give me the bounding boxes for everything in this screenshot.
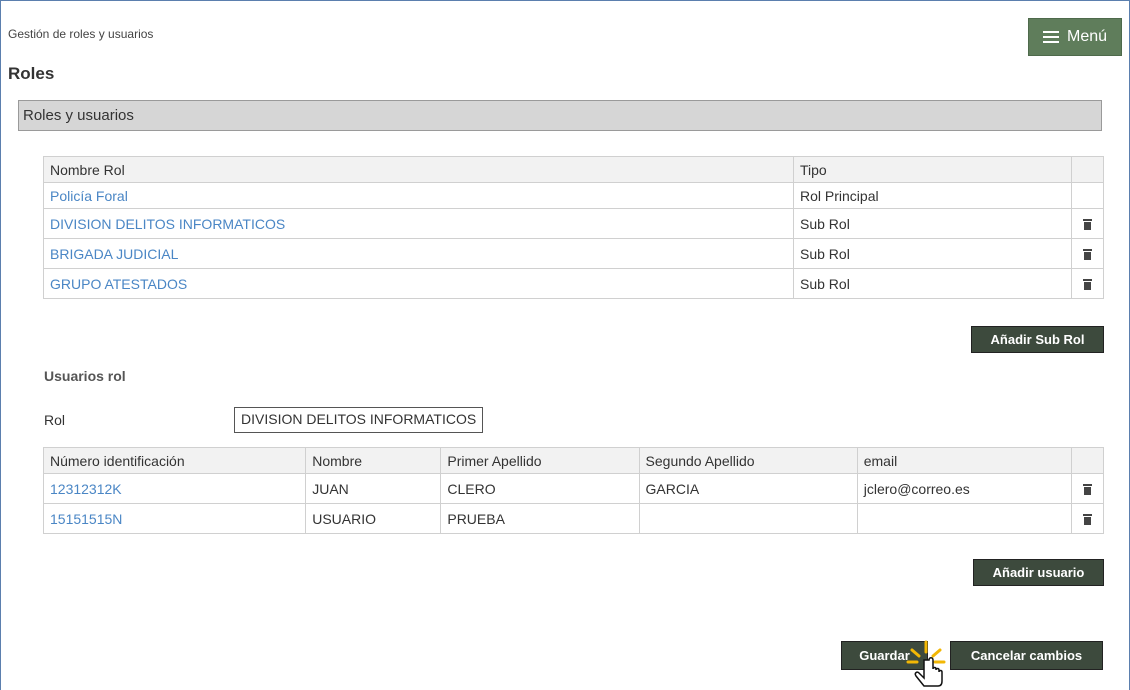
user-nombre: JUAN bbox=[305, 473, 442, 504]
column-header-actions bbox=[1071, 156, 1104, 183]
user-nombre: USUARIO bbox=[305, 503, 442, 534]
users-section-title: Usuarios rol bbox=[44, 368, 126, 384]
column-header-actions bbox=[1070, 447, 1105, 474]
breadcrumb: Gestión de roles y usuarios bbox=[8, 27, 154, 41]
role-link[interactable]: DIVISION DELITOS INFORMATICOS bbox=[50, 216, 285, 232]
table-row: Policía Foral Rol Principal bbox=[43, 182, 1104, 209]
trash-icon[interactable] bbox=[1083, 249, 1092, 261]
section-header: Roles y usuarios bbox=[18, 100, 1102, 131]
user-id-link[interactable]: 12312312K bbox=[50, 481, 122, 497]
user-apellido1: CLERO bbox=[440, 473, 640, 504]
user-email: jclero@correo.es bbox=[856, 473, 1072, 504]
role-link[interactable]: GRUPO ATESTADOS bbox=[50, 276, 187, 292]
user-email bbox=[856, 503, 1072, 534]
column-header-numero: Número identificación bbox=[42, 447, 307, 474]
trash-icon[interactable] bbox=[1082, 514, 1092, 526]
user-id-link[interactable]: 15151515N bbox=[50, 511, 122, 527]
trash-icon[interactable] bbox=[1082, 484, 1092, 496]
add-subrole-button[interactable]: Añadir Sub Rol bbox=[971, 326, 1104, 353]
role-link[interactable]: BRIGADA JUDICIAL bbox=[50, 246, 178, 262]
table-row: BRIGADA JUDICIAL Sub Rol bbox=[43, 238, 1104, 269]
hamburger-icon bbox=[1042, 28, 1059, 46]
rol-label: Rol bbox=[44, 412, 66, 428]
empty-action-cell bbox=[1071, 182, 1104, 209]
role-type: Sub Rol bbox=[793, 238, 1072, 269]
column-header-email: email bbox=[856, 447, 1072, 474]
column-header-primer-apellido: Primer Apellido bbox=[440, 447, 640, 474]
users-table-header: Número identificación Nombre Primer Apel… bbox=[42, 447, 1105, 474]
column-header-segundo-apellido: Segundo Apellido bbox=[638, 447, 858, 474]
roles-table: Nombre Rol Tipo Policía Foral Rol Princi… bbox=[43, 156, 1104, 299]
column-header-nombre-rol: Nombre Rol bbox=[43, 156, 794, 183]
trash-icon[interactable] bbox=[1083, 279, 1092, 291]
users-table: Número identificación Nombre Primer Apel… bbox=[42, 447, 1105, 534]
column-header-nombre: Nombre bbox=[305, 447, 442, 474]
table-row: 15151515N USUARIO PRUEBA bbox=[42, 503, 1105, 534]
user-apellido2: GARCIA bbox=[638, 473, 858, 504]
table-row: 12312312K JUAN CLERO GARCIA jclero@corre… bbox=[42, 473, 1105, 504]
table-row: GRUPO ATESTADOS Sub Rol bbox=[43, 268, 1104, 299]
menu-button[interactable]: Menú bbox=[1028, 18, 1122, 56]
rol-value-field: DIVISION DELITOS INFORMATICOS bbox=[234, 407, 484, 433]
user-apellido1: PRUEBA bbox=[440, 503, 640, 534]
role-type: Sub Rol bbox=[793, 268, 1072, 299]
role-type: Sub Rol bbox=[793, 208, 1072, 239]
page-title: Roles bbox=[8, 64, 55, 83]
menu-label: Menú bbox=[1066, 28, 1108, 45]
roles-table-header: Nombre Rol Tipo bbox=[43, 156, 1104, 183]
role-link[interactable]: Policía Foral bbox=[50, 188, 128, 204]
user-apellido2 bbox=[638, 503, 858, 534]
column-header-tipo: Tipo bbox=[793, 156, 1072, 183]
trash-icon[interactable] bbox=[1083, 219, 1092, 231]
cancel-button[interactable]: Cancelar cambios bbox=[950, 641, 1103, 670]
table-row: DIVISION DELITOS INFORMATICOS Sub Rol bbox=[43, 208, 1104, 239]
add-user-button[interactable]: Añadir usuario bbox=[973, 559, 1104, 586]
role-type: Rol Principal bbox=[793, 182, 1072, 209]
click-cursor-icon bbox=[906, 640, 946, 687]
